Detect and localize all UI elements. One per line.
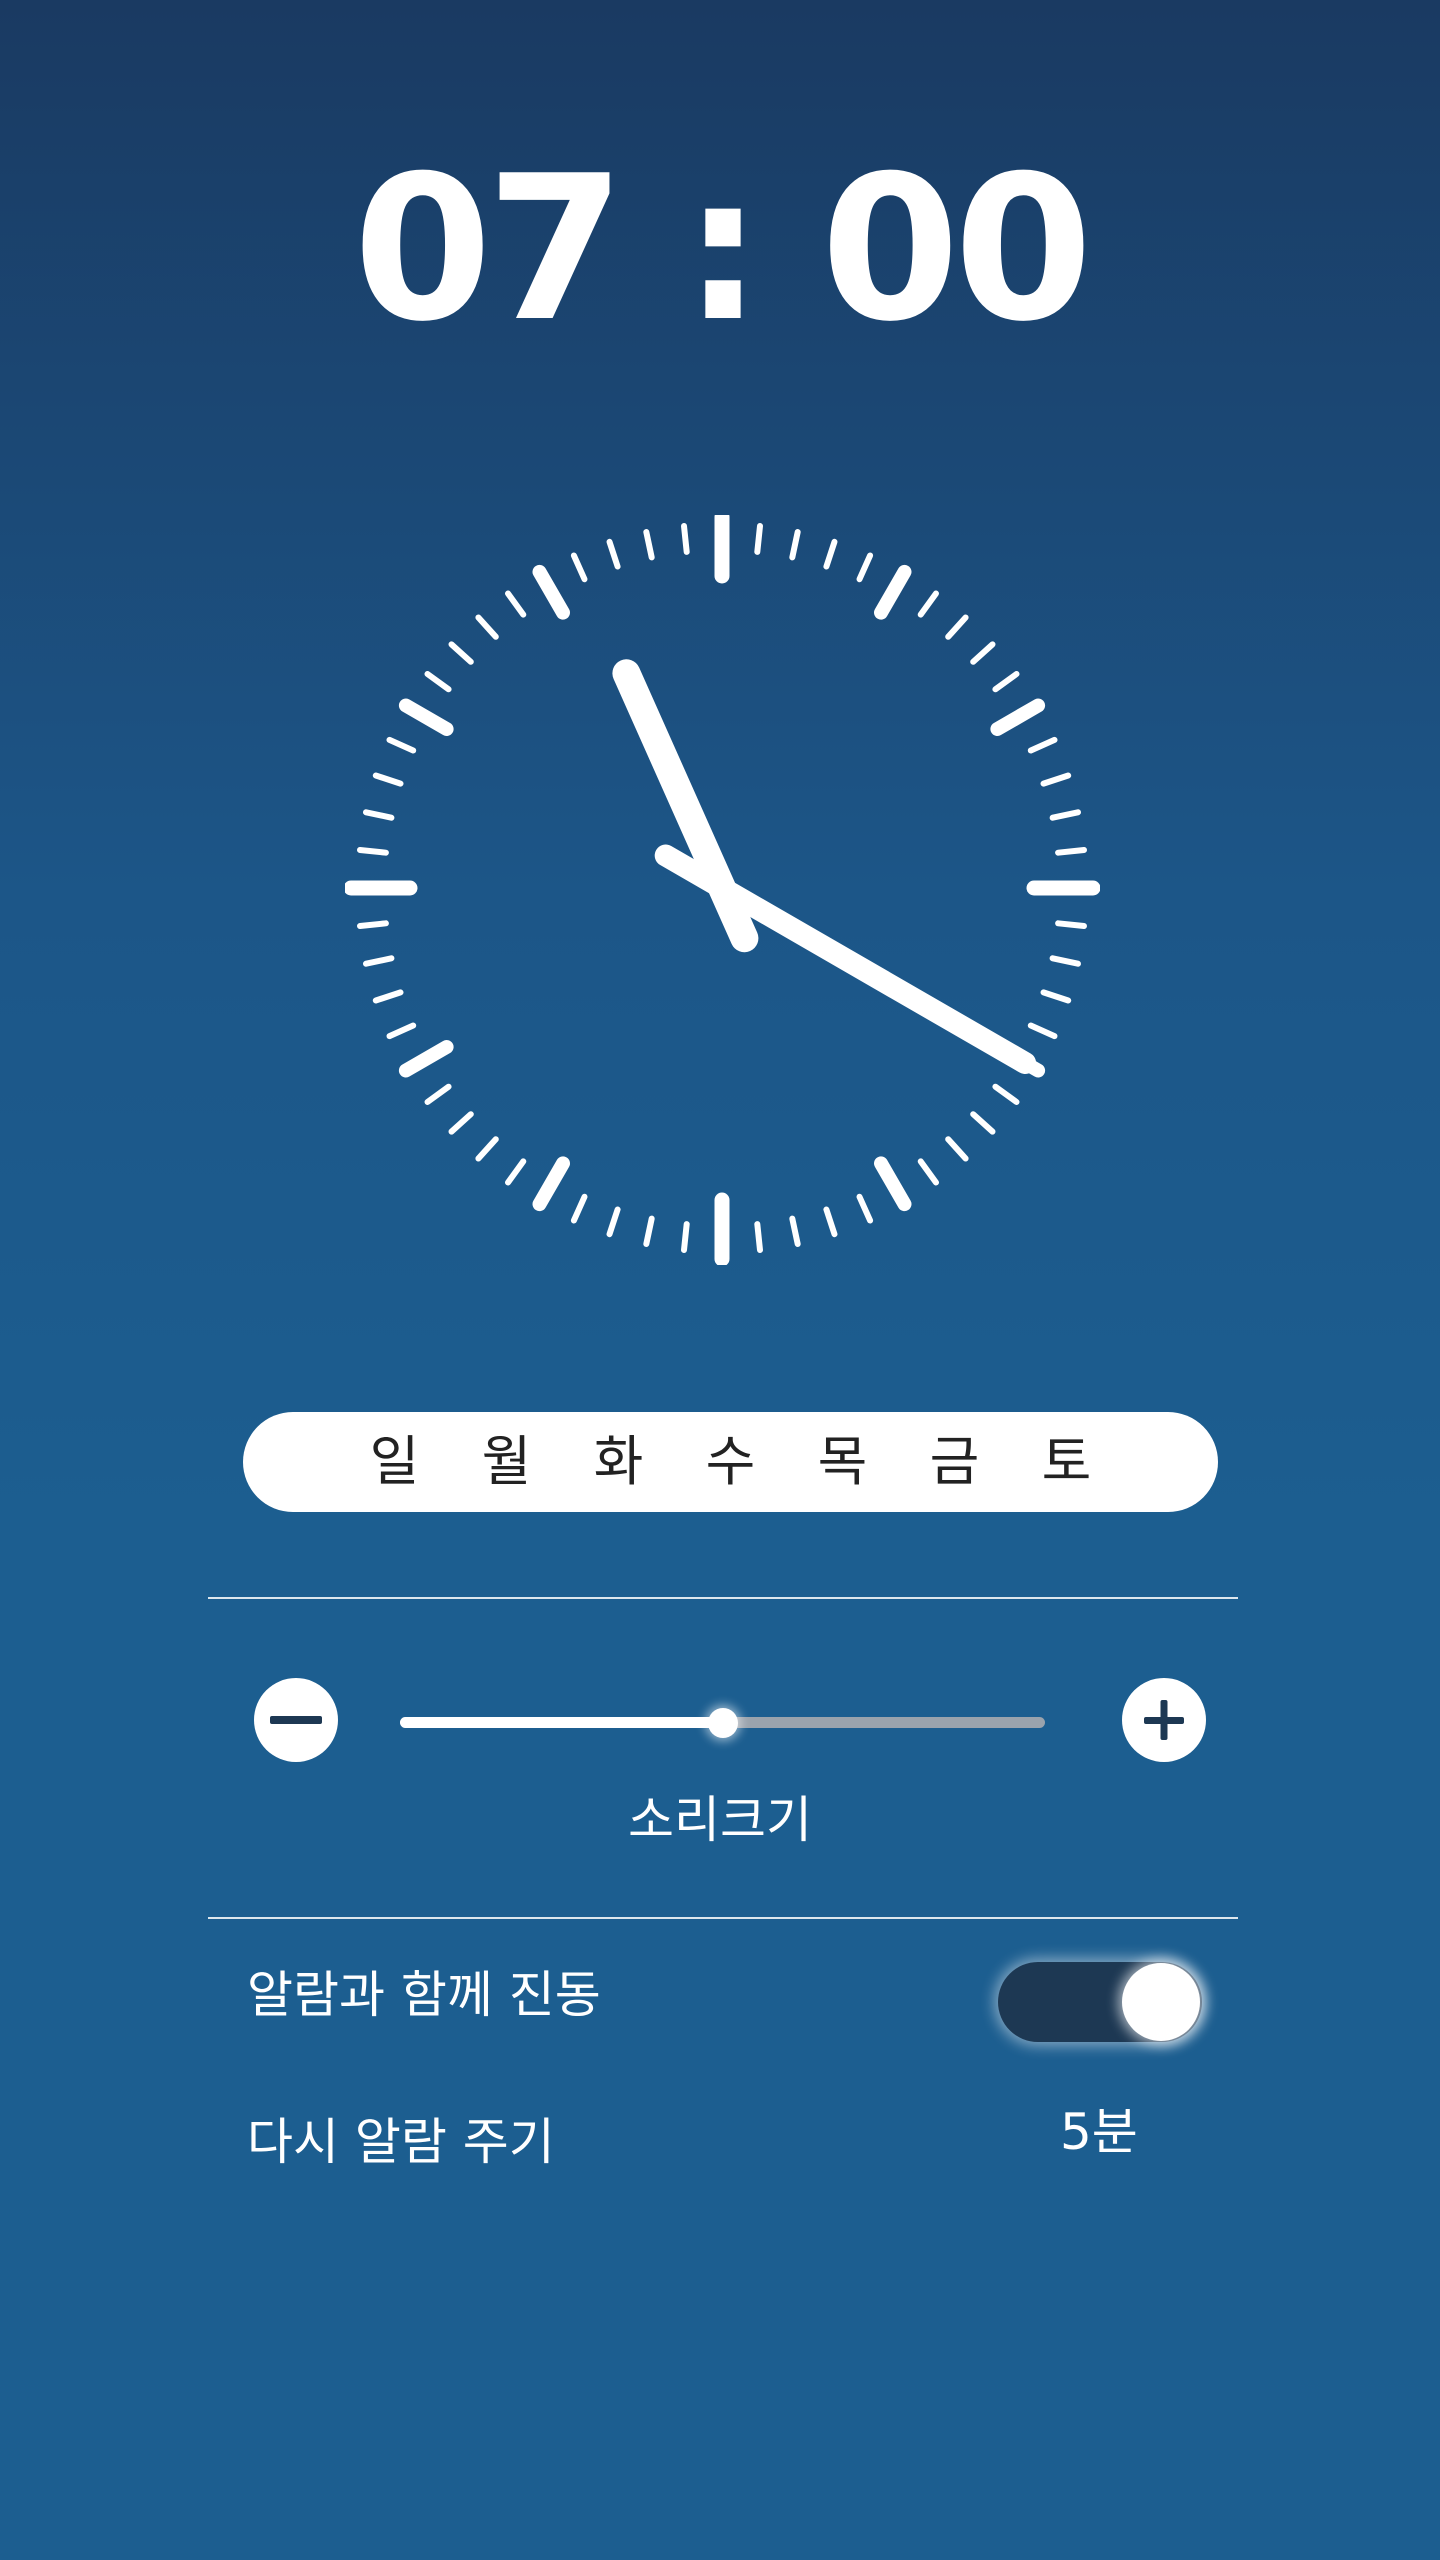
clock-tick-minute (1049, 955, 1081, 967)
clock-tick-minute (970, 641, 996, 665)
clock-tick-minute (643, 1215, 655, 1247)
clock-tick-minute (505, 1158, 527, 1186)
clock-tick-minute (1049, 809, 1081, 821)
clock-tick-minute (754, 523, 763, 555)
clock-tick-minute (823, 1206, 838, 1238)
volume-slider[interactable] (400, 1708, 1045, 1738)
weekday-button[interactable]: 목 (787, 1412, 899, 1512)
clock-tick-hour (398, 1040, 454, 1078)
divider (208, 1917, 1238, 1919)
clock-tick-minute (1040, 989, 1072, 1004)
clock-tick-minute (606, 538, 621, 570)
alarm-time[interactable]: 07 : 00 (0, 130, 1440, 370)
clock-tick-minute (448, 641, 474, 665)
clock-tick-minute (992, 671, 1020, 693)
clock-tick-minute (505, 590, 527, 618)
clock-tick-minute (945, 614, 969, 640)
vibrate-label: 알람과 함께 진동 (247, 1966, 601, 2024)
clock-minute-hand (654, 844, 1037, 1074)
clock-tick-minute (992, 1083, 1020, 1105)
clock-tick-minute (970, 1111, 996, 1135)
snooze-label: 다시 알람 주기 (247, 2113, 555, 2171)
clock-tick-minute (681, 1221, 690, 1253)
weekday-button[interactable]: 일 (339, 1412, 451, 1512)
clock-tick-minute (789, 1215, 801, 1247)
clock-tick-minute (681, 523, 690, 555)
volume-increase-button[interactable] (1122, 1678, 1206, 1762)
clock-tick-minute (823, 538, 838, 570)
clock-tick-minute (917, 590, 939, 618)
clock-tick-minute (856, 552, 874, 583)
clock-tick-minute (789, 529, 801, 561)
weekday-button[interactable]: 토 (1011, 1412, 1123, 1512)
clock-tick-minute (357, 847, 389, 856)
clock-tick-minute (570, 552, 588, 583)
clock-tick-hour (874, 1156, 912, 1212)
weekday-button[interactable]: 금 (899, 1412, 1011, 1512)
clock-tick-minute (945, 1136, 969, 1162)
clock-tick-hour (874, 564, 912, 620)
divider (208, 1597, 1238, 1599)
volume-decrease-button[interactable] (254, 1678, 338, 1762)
clock-tick-minute (856, 1193, 874, 1224)
clock-tick-minute (386, 1022, 417, 1040)
clock-tick-minute (570, 1193, 588, 1224)
clock-tick-minute (363, 955, 395, 967)
plus-icon (1144, 1700, 1184, 1740)
clock-tick-minute (1027, 736, 1058, 754)
clock-tick-minute (386, 736, 417, 754)
volume-slider-thumb[interactable] (707, 1708, 738, 1738)
clock-tick-minute (917, 1158, 939, 1186)
clock-dial (345, 515, 1100, 1265)
clock-tick-minute (372, 772, 404, 787)
weekday-button[interactable]: 월 (451, 1412, 563, 1512)
toggle-knob (1122, 1963, 1200, 2041)
clock-tick-minute (424, 671, 452, 693)
weekday-selector: 일월화수목금토 (243, 1412, 1218, 1512)
clock-tick-minute (475, 1136, 499, 1162)
vibrate-toggle[interactable] (998, 1962, 1202, 2042)
clock-tick-hour (990, 698, 1046, 736)
clock-tick-minute (1055, 847, 1087, 856)
clock-tick-minute (448, 1111, 474, 1135)
clock-tick-minute (372, 989, 404, 1004)
analog-clock[interactable] (345, 515, 1100, 1265)
clock-tick-hour (398, 698, 454, 736)
clock-tick-minute (363, 809, 395, 821)
weekday-button[interactable]: 화 (563, 1412, 675, 1512)
volume-slider-fill (400, 1717, 723, 1728)
clock-tick-hour (532, 564, 570, 620)
clock-tick-minute (754, 1221, 763, 1253)
clock-tick-minute (606, 1206, 621, 1238)
clock-tick-minute (475, 614, 499, 640)
volume-label: 소리크기 (628, 1791, 812, 1849)
clock-tick-minute (424, 1083, 452, 1105)
clock-tick-minute (357, 920, 389, 929)
clock-tick-minute (643, 529, 655, 561)
clock-tick-minute (1027, 1022, 1058, 1040)
clock-tick-minute (1040, 772, 1072, 787)
clock-tick-hour (532, 1156, 570, 1212)
clock-tick-minute (1055, 920, 1087, 929)
minus-icon (270, 1716, 322, 1724)
weekday-button[interactable]: 수 (675, 1412, 787, 1512)
snooze-value[interactable]: 5분 (1060, 2100, 1230, 2164)
